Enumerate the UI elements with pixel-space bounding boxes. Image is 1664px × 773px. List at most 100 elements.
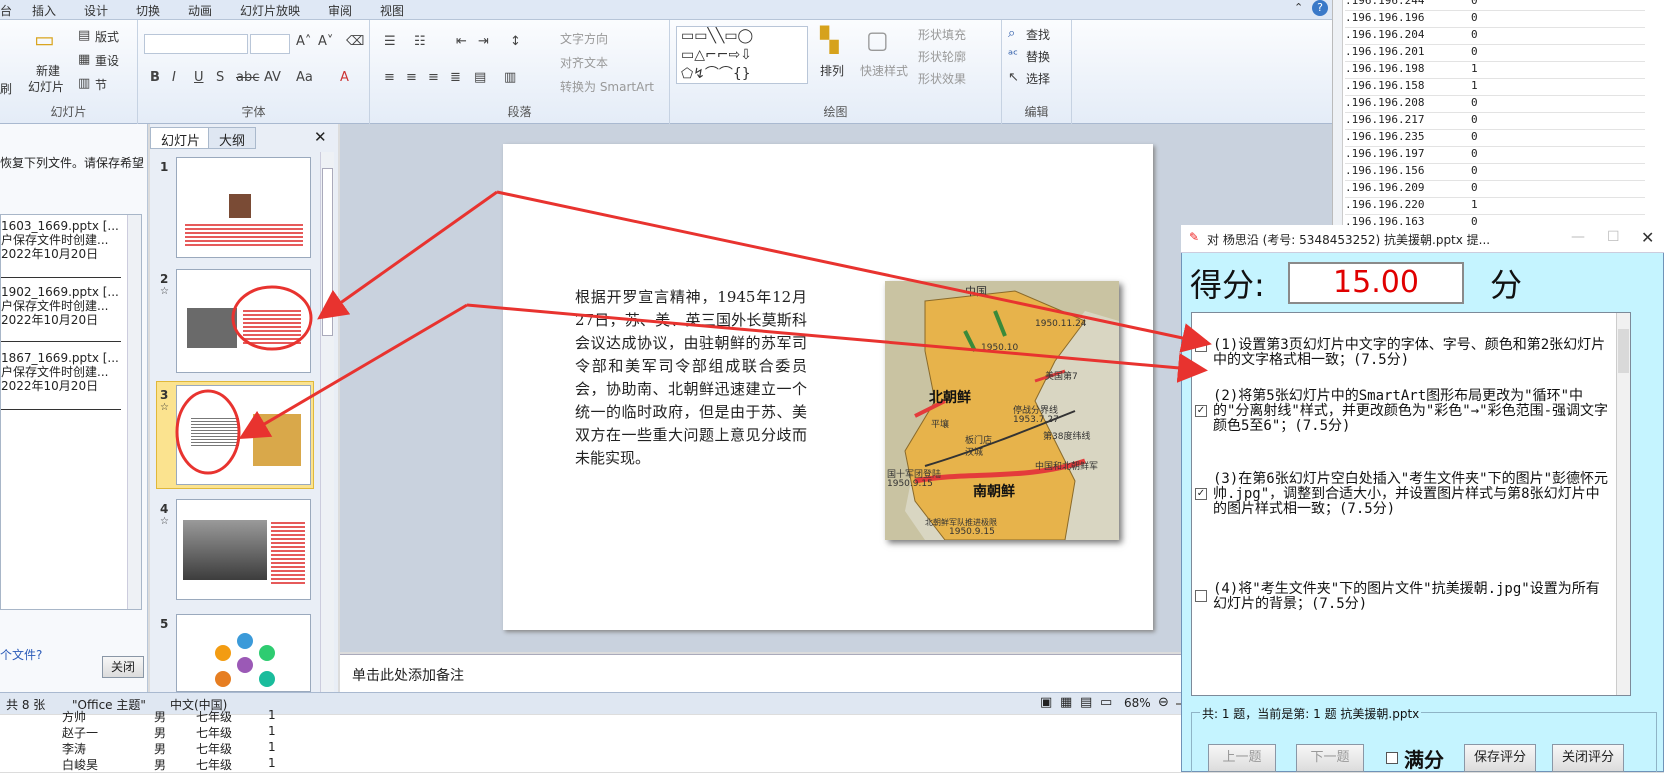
arrange-button[interactable]: 排列 xyxy=(820,62,844,79)
slide-thumbnail-2[interactable] xyxy=(176,269,311,373)
list-item[interactable]: .196.196.220 1 xyxy=(1345,198,1645,215)
list-item[interactable]: .196.196.196 0 xyxy=(1345,11,1645,28)
layout-button[interactable]: 版式 xyxy=(95,28,119,45)
list-item[interactable]: .196.196.244 0 xyxy=(1345,0,1645,11)
align-left-icon[interactable]: ≡ xyxy=(384,70,395,85)
close-score-button[interactable]: 关闭评分 xyxy=(1552,744,1624,772)
korea-map-image[interactable]: 中国 1950.11.24 1950.10 美国第7 北朝鲜 停战分界线 195… xyxy=(885,281,1119,540)
recovery-scrollbar[interactable] xyxy=(127,215,141,609)
tab-view[interactable]: 视图 xyxy=(380,2,404,19)
new-slide-button[interactable]: 新建 xyxy=(36,62,60,79)
font-name-combo[interactable] xyxy=(144,34,248,54)
slide-thumbnail-5[interactable] xyxy=(176,614,311,692)
slide-body-text[interactable]: 根据开罗宣言精神，1945年12月27日，苏、美、英三国外长莫斯科会议达成协议，… xyxy=(575,286,807,470)
section-button[interactable]: 节 xyxy=(95,76,107,93)
list-item[interactable]: .196.196.198 1 xyxy=(1345,62,1645,79)
numbering-icon[interactable]: ☷ xyxy=(414,34,426,49)
recovery-link[interactable]: 个文件? xyxy=(0,646,42,663)
select-button[interactable]: 选择 xyxy=(1026,70,1050,87)
tab-slides[interactable]: 幻灯片 xyxy=(150,127,212,149)
tab-review[interactable]: 审阅 xyxy=(328,2,352,19)
question-2-checkbox[interactable]: ✓ xyxy=(1195,405,1207,417)
full-mark-checkbox[interactable] xyxy=(1386,752,1398,764)
slide-thumbnail-1[interactable] xyxy=(176,157,311,258)
help-icon[interactable]: ? xyxy=(1312,0,1328,16)
tab-transitions[interactable]: 切换 xyxy=(136,2,160,19)
tab-insert[interactable]: 插入 xyxy=(32,2,56,19)
next-question-button[interactable]: 下一题 xyxy=(1296,744,1364,772)
shape-outline-button[interactable]: 形状轮廓 xyxy=(918,48,966,65)
new-slide-button-line2[interactable]: 幻灯片 xyxy=(28,78,64,95)
bullets-icon[interactable]: ☰ xyxy=(384,34,396,49)
list-item[interactable]: .196.196.197 0 xyxy=(1345,147,1645,164)
text-direction-button[interactable]: 文字方向 xyxy=(560,30,608,47)
line-spacing-icon[interactable]: ↕ xyxy=(510,34,521,49)
shape-effects-button[interactable]: 形状效果 xyxy=(918,70,966,87)
slide-thumbnail-3[interactable] xyxy=(176,385,311,485)
grow-font-icon[interactable]: A˄ xyxy=(296,34,311,49)
find-button[interactable]: 查找 xyxy=(1026,26,1050,43)
quick-styles-button[interactable]: 快速样式 xyxy=(860,62,908,79)
normal-view-icon[interactable]: ▣ xyxy=(1040,695,1052,710)
new-slide-icon[interactable]: ▭ xyxy=(34,28,55,53)
change-case-icon[interactable]: Aa xyxy=(296,70,313,85)
shape-fill-button[interactable]: 形状填充 xyxy=(918,26,966,43)
underline-icon[interactable]: U xyxy=(194,70,204,85)
question-3-checkbox[interactable]: ✓ xyxy=(1195,488,1207,500)
shadow-icon[interactable]: S xyxy=(216,70,224,85)
arrange-icon[interactable]: ▚ xyxy=(820,26,838,54)
sorter-view-icon[interactable]: ▦ xyxy=(1060,695,1072,710)
char-spacing-icon[interactable]: AV xyxy=(264,70,281,85)
zoom-level[interactable]: 68% xyxy=(1124,696,1151,710)
shapes-gallery[interactable]: ▭▭╲╲▭◯ ▭△⌐⌐⇨⇩ ⬠↯⌒⌒{} xyxy=(676,26,808,84)
bold-icon[interactable]: B xyxy=(150,70,160,85)
justify-icon[interactable]: ≣ xyxy=(450,70,461,85)
italic-icon[interactable]: I xyxy=(172,70,176,85)
list-item[interactable]: .196.196.204 0 xyxy=(1345,28,1645,45)
list-item[interactable]: .196.196.217 0 xyxy=(1345,113,1645,130)
distribute-icon[interactable]: ▤ xyxy=(474,70,486,85)
list-item[interactable]: .196.196.158 1 xyxy=(1345,79,1645,96)
font-size-combo[interactable] xyxy=(250,34,290,54)
font-color-icon[interactable]: A xyxy=(340,70,349,85)
thumbnails-scrollbar[interactable] xyxy=(320,152,334,692)
scroll-thumb[interactable] xyxy=(322,168,333,336)
align-text-button[interactable]: 对齐文本 xyxy=(560,54,608,71)
quick-styles-icon[interactable]: ▢ xyxy=(866,26,889,54)
minimize-ribbon-icon[interactable]: ⌃ xyxy=(1294,1,1303,14)
recovery-item[interactable]: 1902_1669.pptx [... 户保存文件时创建... 2022年10月… xyxy=(1,285,123,327)
list-item[interactable]: .196.196.208 0 xyxy=(1345,96,1645,113)
tab-animations[interactable]: 动画 xyxy=(188,2,212,19)
columns-icon[interactable]: ▥ xyxy=(504,70,516,85)
shrink-font-icon[interactable]: A˅ xyxy=(318,34,333,49)
decrease-indent-icon[interactable]: ⇤ xyxy=(456,34,467,49)
dialog-close-icon[interactable]: ✕ xyxy=(1641,228,1654,247)
list-item[interactable]: .196.196.209 0 xyxy=(1345,181,1645,198)
question-scrollbar[interactable] xyxy=(1616,313,1630,695)
tab-slideshow[interactable]: 幻灯片放映 xyxy=(240,2,300,19)
scroll-thumb[interactable] xyxy=(1618,329,1629,373)
close-pane-icon[interactable]: ✕ xyxy=(314,128,327,146)
slideshow-view-icon[interactable]: ▭ xyxy=(1100,695,1112,710)
notes-placeholder[interactable]: 单击此处添加备注 xyxy=(352,665,464,685)
clear-format-icon[interactable]: ⌫ xyxy=(346,34,364,49)
zoom-out-icon[interactable]: ⊖ xyxy=(1158,695,1169,710)
dialog-maximize-icon[interactable]: ☐ xyxy=(1607,229,1620,245)
dialog-minimize-icon[interactable]: — xyxy=(1571,229,1585,245)
strikethrough-icon[interactable]: abc xyxy=(236,70,259,85)
increase-indent-icon[interactable]: ⇥ xyxy=(478,34,489,49)
list-item[interactable]: .196.196.156 0 xyxy=(1345,164,1645,181)
format-painter-label[interactable]: 刷 xyxy=(0,80,12,97)
question-4-checkbox[interactable] xyxy=(1195,590,1207,602)
slide-thumbnail-4[interactable] xyxy=(176,499,311,600)
prev-question-button[interactable]: 上一题 xyxy=(1208,744,1276,772)
replace-button[interactable]: 替换 xyxy=(1026,48,1050,65)
list-scrollbar[interactable] xyxy=(1333,0,1343,226)
recovery-item[interactable]: 1867_1669.pptx [... 户保存文件时创建... 2022年10月… xyxy=(1,351,123,393)
reading-view-icon[interactable]: ▤ xyxy=(1080,695,1092,710)
list-item[interactable]: .196.196.201 0 xyxy=(1345,45,1645,62)
convert-smartart-button[interactable]: 转换为 SmartArt xyxy=(560,78,654,95)
align-center-icon[interactable]: ≡ xyxy=(406,70,417,85)
reset-button[interactable]: 重设 xyxy=(95,52,119,69)
align-right-icon[interactable]: ≡ xyxy=(428,70,439,85)
